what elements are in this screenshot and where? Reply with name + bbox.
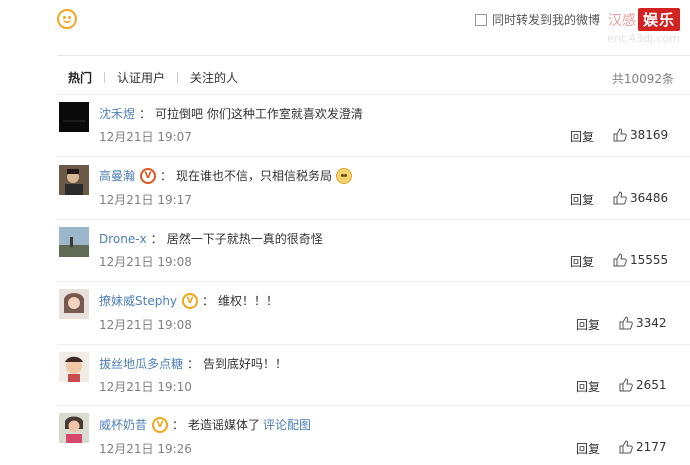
separator-colon: ：: [150, 232, 163, 246]
like-button[interactable]: 36486: [613, 191, 668, 205]
comment-time: 12月21日 19:10: [99, 380, 192, 394]
list-item: 拔丝地瓜多点糖 ： 告到底好吗！！ 12月21日 19:10 回复 2651: [57, 344, 690, 405]
watermark-prefix: 汉感: [607, 13, 636, 29]
forward-label: 同时转发到我的微博: [492, 13, 601, 27]
avatar[interactable]: [59, 102, 89, 132]
avatar[interactable]: [59, 413, 89, 443]
like-count: 38169: [630, 128, 669, 142]
comment-time: 12月21日 19:08: [99, 318, 192, 332]
comment-line: 拔丝地瓜多点糖 ： 告到底好吗！！: [99, 355, 287, 372]
avatar[interactable]: [59, 352, 89, 382]
username[interactable]: 沈禾煜: [99, 105, 135, 122]
like-count: 3342: [636, 316, 667, 330]
comment-image-link[interactable]: 评论配图: [263, 416, 311, 433]
comment-line: 高曼瀚 V ： 现在谁也不信，只相信税务局: [99, 167, 353, 184]
tab-verified-users[interactable]: 认证用户: [105, 69, 177, 86]
separator-colon: ：: [187, 357, 200, 371]
list-item: 撩妹威Stephy V ： 维权！！！ 12月21日 19:08 回复 3342: [57, 281, 690, 344]
like-count: 15555: [630, 253, 669, 267]
thumbs-up-icon: [619, 378, 633, 392]
comment-time: 12月21日 19:26: [99, 442, 192, 456]
forward-checkbox[interactable]: [475, 13, 487, 26]
watermark: 汉感 娱乐 ent.43dj.com: [607, 8, 680, 45]
emoji-face-icon: [336, 167, 353, 184]
verified-badge-icon: V: [182, 292, 199, 309]
thumbs-up-icon: [619, 440, 633, 454]
username[interactable]: 高曼瀚: [99, 167, 135, 184]
comment-time: 12月21日 19:08: [99, 255, 192, 269]
like-count: 36486: [630, 191, 669, 205]
verified-badge-icon: V: [140, 167, 157, 184]
comment-text: 可拉倒吧 你们这种工作室就喜欢发澄清: [155, 107, 363, 121]
tab-hot[interactable]: 热门: [57, 69, 104, 86]
comment-time: 12月21日 19:17: [99, 193, 192, 207]
list-item: Drone-x ： 居然一下子就热一真的很奇怪 12月21日 19:08 回复 …: [57, 219, 690, 281]
comment-text: 现在谁也不信，只相信税务局: [176, 169, 333, 183]
like-button[interactable]: 38169: [613, 128, 668, 142]
separator-colon: ：: [160, 169, 173, 183]
avatar[interactable]: [59, 227, 89, 257]
tab-following[interactable]: 关注的人: [178, 69, 250, 86]
like-button[interactable]: 2651: [619, 378, 667, 392]
reply-button[interactable]: 回复: [570, 253, 594, 270]
comment-text: 告到底好吗！！: [203, 357, 288, 371]
username[interactable]: 撩妹威Stephy: [99, 292, 177, 309]
list-item: 沈禾煜 ： 可拉倒吧 你们这种工作室就喜欢发澄清 12月21日 19:07 回复…: [57, 94, 690, 156]
reply-button[interactable]: 回复: [576, 316, 600, 333]
watermark-url: ent.43dj.com: [607, 32, 680, 45]
separator-colon: ：: [172, 418, 185, 432]
comment-text: 老造谣媒体了: [188, 418, 261, 432]
comment-filter-tabs: 热门 认证用户 关注的人 共10092条: [57, 66, 677, 88]
separator-colon: ：: [139, 107, 152, 121]
comment-text: 维权！！！: [218, 294, 279, 308]
thumbs-up-icon: [613, 253, 627, 267]
like-count: 2177: [636, 440, 667, 454]
comment-text: 居然一下子就热一真的很奇怪: [166, 232, 323, 246]
separator-colon: ：: [202, 294, 215, 308]
emoji-icon[interactable]: [57, 9, 77, 29]
reply-button[interactable]: 回复: [570, 191, 594, 208]
comment-time: 12月21日 19:07: [99, 130, 192, 144]
list-item: 威杯奶昔 V ： 老造谣媒体了 评论配图 12月21日 19:26 回复 217…: [57, 405, 690, 465]
avatar[interactable]: [59, 289, 89, 319]
comment-line: 撩妹威Stephy V ： 维权！！！: [99, 292, 278, 309]
comment-total: 共10092条: [611, 72, 674, 86]
forward-option[interactable]: 同时转发到我的微博: [475, 11, 600, 28]
reply-button[interactable]: 回复: [576, 378, 600, 395]
verified-badge-icon: V: [152, 416, 169, 433]
avatar[interactable]: [59, 165, 89, 195]
reply-button[interactable]: 回复: [570, 128, 594, 145]
like-count: 2651: [636, 378, 667, 392]
comment-line: 威杯奶昔 V ： 老造谣媒体了 评论配图: [99, 416, 311, 433]
comment-line: 沈禾煜 ： 可拉倒吧 你们这种工作室就喜欢发澄清: [99, 105, 363, 122]
thumbs-up-icon: [613, 191, 627, 205]
divider: [57, 55, 690, 56]
thumbs-up-icon: [613, 128, 627, 142]
username[interactable]: 拔丝地瓜多点糖: [99, 355, 183, 372]
list-item: 高曼瀚 V ： 现在谁也不信，只相信税务局 12月21日 19:17 回复 36…: [57, 156, 690, 219]
composer-toolbar: 同时转发到我的微博 汉感 娱乐 ent.43dj.com: [0, 0, 690, 52]
thumbs-up-icon: [619, 316, 633, 330]
username[interactable]: 威杯奶昔: [99, 416, 147, 433]
like-button[interactable]: 15555: [613, 253, 668, 267]
watermark-brand: 娱乐: [637, 8, 680, 31]
comment-line: Drone-x ： 居然一下子就热一真的很奇怪: [99, 230, 323, 247]
username[interactable]: Drone-x: [99, 232, 147, 246]
like-button[interactable]: 3342: [619, 316, 667, 330]
reply-button[interactable]: 回复: [576, 440, 600, 457]
like-button[interactable]: 2177: [619, 440, 667, 454]
